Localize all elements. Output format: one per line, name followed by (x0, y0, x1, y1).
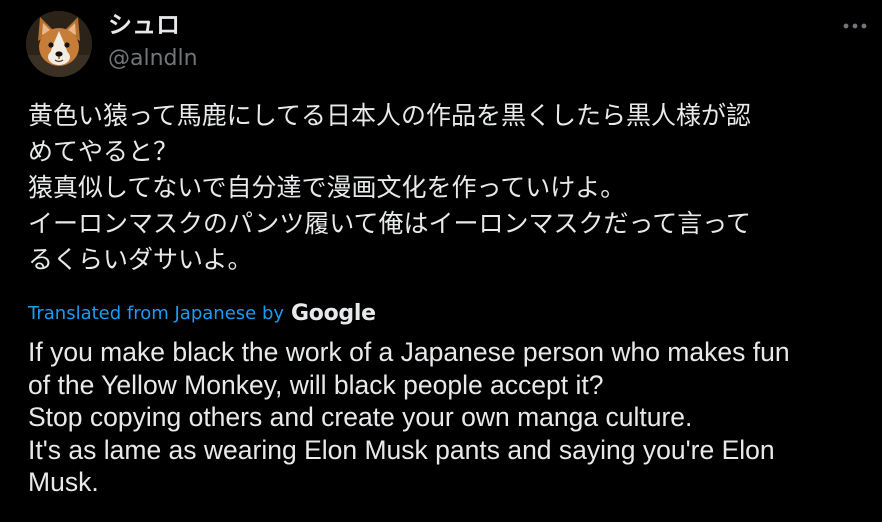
tweet: シュロ @alndln 黄色い猿って馬鹿にしてる日本人の作品を黒くしたら黒人様が… (0, 0, 882, 522)
translated-text-line: of the Yellow Monkey, will black people … (28, 369, 604, 400)
corgi-avatar-icon (26, 11, 92, 77)
translation-attribution: Translated from Japanese by Google (28, 298, 376, 328)
translated-text-line: It's as lame as wearing Elon Musk pants … (28, 434, 775, 465)
translated-text-line: Musk. (28, 467, 99, 497)
tweet-text-line: めてやると？ (28, 137, 179, 166)
translated-text-line: If you make black the work of a Japanese… (28, 337, 790, 367)
translated-from-link[interactable]: Translated from Japanese by (28, 303, 284, 324)
tweet-text-line: 黄色い猿って馬鹿にしてる日本人の作品を黒くしたら黒人様が認 (28, 101, 752, 130)
avatar[interactable] (26, 11, 92, 77)
tweet-text: 黄色い猿って馬鹿にしてる日本人の作品を黒くしたら黒人様が認 めてやると？ 猿真似… (28, 98, 864, 278)
more-horizontal-icon (843, 23, 867, 29)
more-options-button[interactable] (838, 14, 872, 38)
tweet-text-line: るくらいダサいよ。 (28, 245, 253, 274)
tweet-text-line: イーロンマスクのパンツ履いて俺はイーロンマスクだって言って (28, 209, 752, 238)
google-logo: Google (291, 300, 376, 326)
tweet-text-line: 猿真似してないで自分達で漫画文化を作っていけよ。 (28, 173, 626, 202)
display-name[interactable]: シュロ (108, 9, 180, 41)
user-handle[interactable]: @alndln (108, 44, 198, 74)
translated-text: If you make black the work of a Japanese… (28, 336, 868, 499)
translated-text-line: Stop copying others and create your own … (28, 402, 693, 432)
